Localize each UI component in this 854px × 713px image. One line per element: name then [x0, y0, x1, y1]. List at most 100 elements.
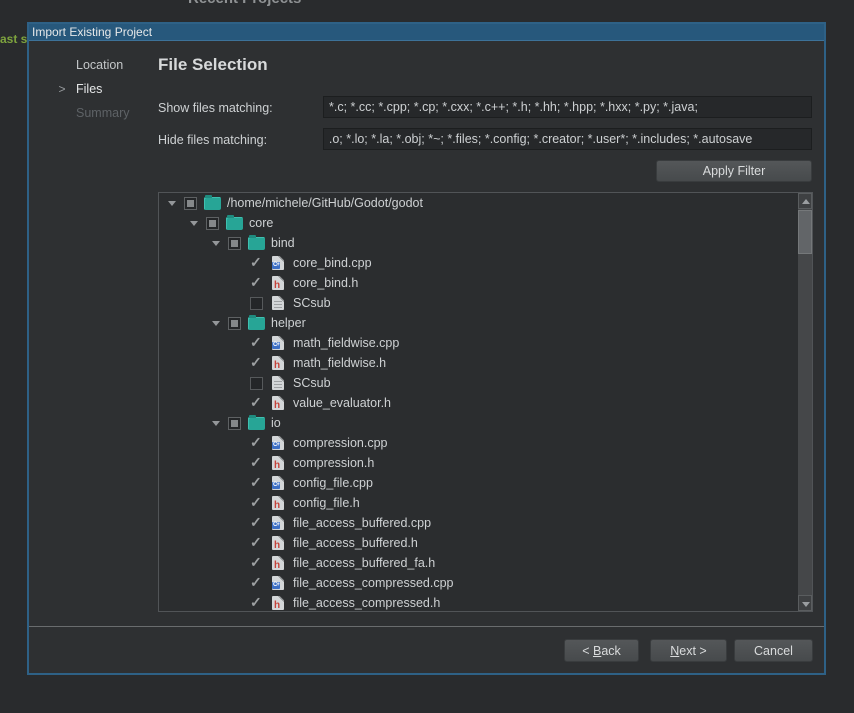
tree-row-file[interactable]: core_bind.cpp — [159, 253, 812, 273]
checked-checkbox[interactable] — [250, 397, 263, 410]
tree-row-file[interactable]: SCsub — [159, 373, 812, 393]
back-button[interactable]: < Back — [564, 639, 639, 662]
indent-spacer — [230, 513, 250, 533]
checked-checkbox[interactable] — [250, 537, 263, 550]
checked-checkbox[interactable] — [250, 277, 263, 290]
indent-spacer — [230, 473, 250, 493]
expand-arrow-icon[interactable] — [208, 413, 228, 433]
h-file-icon — [272, 596, 284, 610]
checked-checkbox[interactable] — [250, 517, 263, 530]
checked-checkbox[interactable] — [250, 457, 263, 470]
cpp-file-icon — [272, 336, 284, 350]
current-step-chevron-icon: > — [54, 77, 70, 101]
tree-row-file[interactable]: compression.h — [159, 453, 812, 473]
partial-checkbox[interactable] — [228, 317, 241, 330]
tree-row-file[interactable]: file_access_compressed.cpp — [159, 573, 812, 593]
indent-spacer — [230, 273, 250, 293]
tree-scrollbar[interactable] — [798, 193, 812, 611]
tree-item-label: math_fieldwise.cpp — [293, 336, 399, 350]
tree-item-label: core_bind.cpp — [293, 256, 372, 270]
partial-checkbox[interactable] — [228, 237, 241, 250]
h-file-icon — [272, 496, 284, 510]
indent-spacer — [230, 453, 250, 473]
cancel-label: Cancel — [754, 644, 793, 658]
tree-item-label: core_bind.h — [293, 276, 358, 290]
unchecked-checkbox[interactable] — [250, 377, 263, 390]
tree-row-file[interactable]: file_access_buffered.cpp — [159, 513, 812, 533]
footer-divider — [29, 626, 824, 627]
indent-spacer — [230, 433, 250, 453]
cpp-file-icon — [272, 476, 284, 490]
tree-row-file[interactable]: file_access_buffered_fa.h — [159, 553, 812, 573]
expand-arrow-icon[interactable] — [186, 213, 206, 233]
h-file-icon — [272, 456, 284, 470]
checked-checkbox[interactable] — [250, 497, 263, 510]
show-files-label: Show files matching: — [158, 101, 273, 115]
import-existing-project-dialog: Import Existing Project > Location > Fil… — [27, 22, 826, 675]
partial-checkbox[interactable] — [206, 217, 219, 230]
indent-spacer — [230, 353, 250, 373]
partial-checkbox[interactable] — [228, 417, 241, 430]
indent-spacer — [230, 373, 250, 393]
checked-checkbox[interactable] — [250, 357, 263, 370]
checked-checkbox[interactable] — [250, 437, 263, 450]
unchecked-checkbox[interactable] — [250, 297, 263, 310]
scroll-up-icon[interactable] — [798, 193, 812, 209]
hide-files-input[interactable] — [323, 128, 812, 150]
checked-checkbox[interactable] — [250, 257, 263, 270]
expand-arrow-icon[interactable] — [164, 193, 184, 213]
tree-item-label: config_file.h — [293, 496, 360, 510]
tree-row-file[interactable]: SCsub — [159, 293, 812, 313]
show-files-input[interactable] — [323, 96, 812, 118]
next-label-suffix: ext > — [679, 644, 706, 658]
checked-checkbox[interactable] — [250, 597, 263, 610]
partial-checkbox[interactable] — [184, 197, 197, 210]
h-file-icon — [272, 276, 284, 290]
tree-row-folder[interactable]: bind — [159, 233, 812, 253]
next-label-mnemonic: N — [670, 644, 679, 658]
indent-spacer — [230, 573, 250, 593]
checked-checkbox[interactable] — [250, 557, 263, 570]
expand-arrow-icon[interactable] — [208, 233, 228, 253]
tree-row-file[interactable]: file_access_buffered.h — [159, 533, 812, 553]
tree-item-label: io — [271, 416, 281, 430]
indent-spacer — [230, 593, 250, 612]
tree-row-file[interactable]: value_evaluator.h — [159, 393, 812, 413]
checked-checkbox[interactable] — [250, 337, 263, 350]
back-label-suffix: ack — [601, 644, 620, 658]
checked-checkbox[interactable] — [250, 477, 263, 490]
expand-arrow-icon[interactable] — [208, 313, 228, 333]
tree-row-file[interactable]: config_file.cpp — [159, 473, 812, 493]
tree-item-label: SCsub — [293, 296, 331, 310]
tree-row-file[interactable]: compression.cpp — [159, 433, 812, 453]
dialog-titlebar[interactable]: Import Existing Project — [29, 24, 824, 41]
tree-row-file[interactable]: config_file.h — [159, 493, 812, 513]
back-label-prefix: < — [582, 644, 593, 658]
tree-row-file[interactable]: core_bind.h — [159, 273, 812, 293]
tree-row-folder[interactable]: core — [159, 213, 812, 233]
tree-item-label: config_file.cpp — [293, 476, 373, 490]
scrollbar-thumb[interactable] — [798, 210, 812, 254]
tree-row-folder[interactable]: helper — [159, 313, 812, 333]
dialog-title: Import Existing Project — [32, 25, 152, 39]
checked-checkbox[interactable] — [250, 577, 263, 590]
file-tree[interactable]: /home/michele/GitHub/Godot/godotcorebind… — [158, 192, 813, 612]
scroll-down-icon[interactable] — [798, 595, 812, 611]
folder-icon — [248, 237, 265, 250]
tree-row-folder[interactable]: io — [159, 413, 812, 433]
tree-item-label: helper — [271, 316, 306, 330]
tree-row-file[interactable]: math_fieldwise.h — [159, 353, 812, 373]
h-file-icon — [272, 556, 284, 570]
next-button[interactable]: Next > — [650, 639, 727, 662]
background-recent-projects-label: Recent Projects — [188, 0, 301, 7]
tree-row-folder[interactable]: /home/michele/GitHub/Godot/godot — [159, 193, 812, 213]
tree-item-label: SCsub — [293, 376, 331, 390]
page-title: File Selection — [158, 55, 268, 75]
h-file-icon — [272, 396, 284, 410]
cancel-button[interactable]: Cancel — [734, 639, 813, 662]
tree-item-label: compression.h — [293, 456, 374, 470]
apply-filter-button[interactable]: Apply Filter — [656, 160, 812, 182]
tree-row-file[interactable]: file_access_compressed.h — [159, 593, 812, 612]
cpp-file-icon — [272, 516, 284, 530]
tree-row-file[interactable]: math_fieldwise.cpp — [159, 333, 812, 353]
